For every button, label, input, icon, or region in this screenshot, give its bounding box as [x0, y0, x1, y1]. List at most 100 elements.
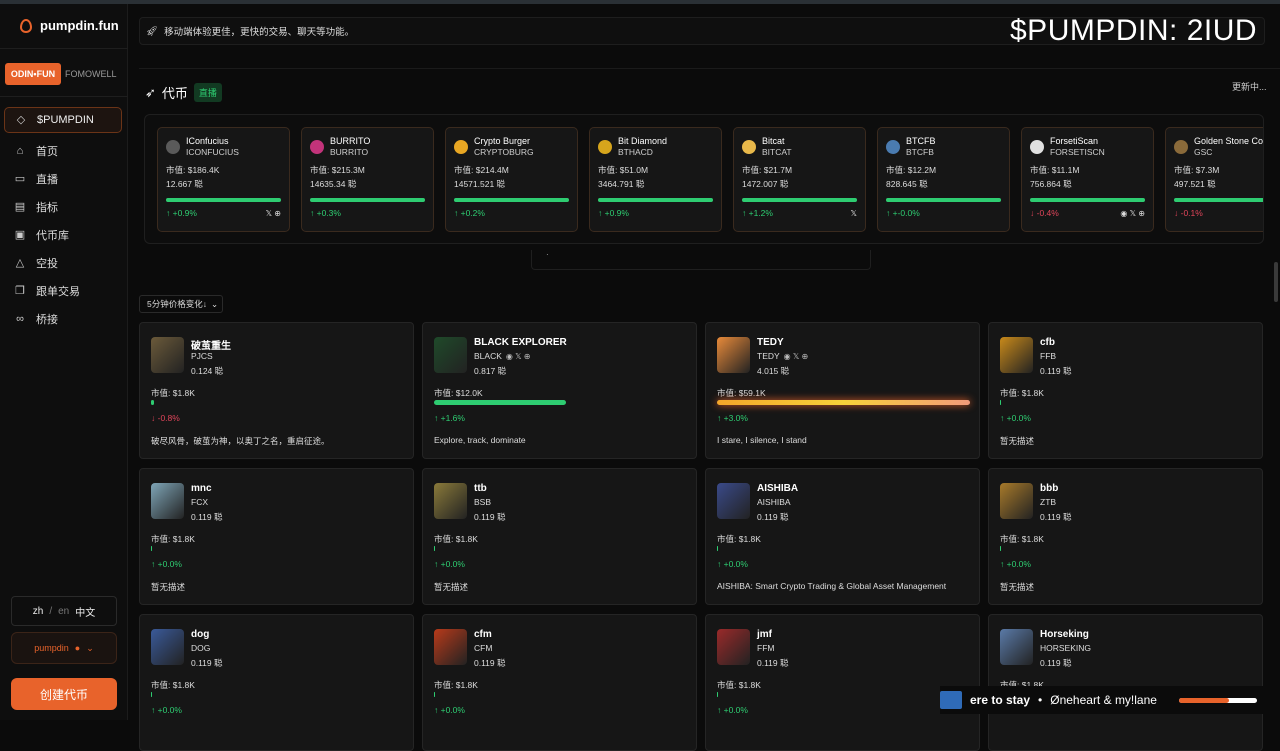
- progress-fill: [1030, 198, 1145, 202]
- track-progress-fill: [1178, 697, 1229, 703]
- token-card[interactable]: AISHIBA AISHIBA 0.119 聪市值: $1.8K ↑ +0.0% AIS…: [705, 468, 980, 605]
- price-change: ↑ +1.2%: [742, 208, 773, 218]
- lang-zh[interactable]: zh: [33, 606, 44, 617]
- token-ticker[interactable]: IConfucius ICONFUCIUS 市值: $186.4K 12.667 聪 ↑…: [144, 114, 1264, 244]
- progress-bar: [742, 198, 857, 202]
- token-name: cfb: [1040, 337, 1055, 348]
- token-card[interactable]: 破茧重生 PJCS 0.124 聪市值: $1.8K ↓ -0.8% 破尽风骨，破茧为神…: [139, 322, 414, 459]
- progress-fill: [1000, 400, 1001, 405]
- social-icons[interactable]: 𝕏: [851, 209, 857, 218]
- market-cap: 市值: $214.4M: [454, 165, 509, 175]
- platform-tabs: ODIN•FUN FOMOWELL: [5, 63, 117, 85]
- social-icons[interactable]: ◉ 𝕏 ⊕: [1120, 209, 1145, 218]
- video-icon: ▭: [14, 173, 26, 185]
- progress-bar: [434, 400, 687, 405]
- sidebar-item-token-library[interactable]: ▣ 代币库: [4, 221, 122, 249]
- divider: [0, 96, 128, 97]
- track-title: ere to stay: [970, 693, 1031, 707]
- market-cap: 市值: $21.7M: [742, 165, 793, 175]
- token-card[interactable]: cfm CFM 0.119 聪市值: $1.8K ↑ +0.0%: [422, 614, 697, 751]
- social-icons[interactable]: ◉ 𝕏 ⊕: [784, 352, 809, 361]
- social-icons[interactable]: 𝕏 ⊕: [266, 209, 281, 218]
- market-cap: 市值: $11.1M: [1030, 165, 1080, 175]
- sidebar-item-copy-trading[interactable]: ❐ 跟单交易: [4, 277, 122, 305]
- scrollbar-thumb[interactable]: [1274, 262, 1278, 302]
- sort-select[interactable]: 5分钟价格变化↓ ⌄: [139, 295, 223, 313]
- ticker-card[interactable]: IConfucius ICONFUCIUS 市值: $186.4K 12.667 聪 ↑…: [157, 127, 290, 232]
- market-cap: 市值: $7.3M: [1174, 165, 1220, 175]
- token-card[interactable]: dog DOG 0.119 聪市值: $1.8K ↑ +0.0%: [139, 614, 414, 751]
- progress-bar: [151, 692, 404, 697]
- tab-fomowell[interactable]: FOMOWELL: [61, 63, 117, 85]
- token-card[interactable]: TEDY TEDY ◉ 𝕏 ⊕ 4.015 聪市值: $59.1K ↑ +3.0% I s…: [705, 322, 980, 459]
- token-amount: 0.119 聪: [474, 512, 506, 522]
- window-top-border: [0, 0, 1280, 4]
- market-cap: 市值: $1.8K: [434, 680, 478, 690]
- tab-odin-fun[interactable]: ODIN•FUN: [5, 63, 61, 85]
- price-change: ↓ -0.8%: [151, 413, 180, 423]
- updating-status: 更新中...: [1232, 82, 1267, 92]
- token-name: Bit Diamond: [618, 136, 668, 146]
- progress-fill: [151, 546, 152, 551]
- token-avatar: [151, 483, 184, 519]
- progress-fill: [598, 198, 713, 202]
- ticker-card[interactable]: Golden Stone Coin GSC 市值: $7.3M 497.521 聪 ↓ …: [1165, 127, 1263, 232]
- progress-fill: [717, 546, 718, 551]
- lang-en[interactable]: en: [58, 606, 69, 617]
- token-amount: 497.521 聪: [1174, 179, 1216, 189]
- token-card[interactable]: bbb ZTB 0.119 聪市值: $1.8K ↑ +0.0% 暂无描述: [988, 468, 1263, 605]
- price-change: ↑ +0.0%: [717, 705, 748, 715]
- user-menu[interactable]: pumpdin ● ⌄: [11, 632, 117, 664]
- progress-fill: [434, 546, 435, 551]
- ticker-card[interactable]: Crypto Burger CRYPTOBURG 市值: $214.4M 14571.…: [445, 127, 578, 232]
- token-symbol: BLACK: [474, 351, 502, 361]
- track-progress[interactable]: [1178, 697, 1257, 703]
- token-card[interactable]: HorsekingHORSEKING0.119 聪市值: $1.8K↑ +0.0…: [988, 614, 1263, 751]
- market-cap: 市值: $12.2M: [886, 165, 937, 175]
- sidebar-item-airdrop[interactable]: △ 空投: [4, 249, 122, 277]
- sidebar-item-pumpdin[interactable]: ◇ $PUMPDIN: [4, 107, 122, 133]
- progress-fill: [434, 692, 435, 697]
- brand[interactable]: pumpdin.fun: [20, 18, 119, 33]
- token-symbol: HORSEKING: [1040, 643, 1092, 653]
- create-token-button[interactable]: 创建代币: [11, 678, 117, 710]
- track-separator: •: [1038, 693, 1043, 707]
- sidebar-item-bridge[interactable]: ∞ 桥接: [4, 305, 122, 333]
- token-description: I stare, I silence, I stand: [717, 435, 807, 445]
- token-symbol: BTHACD: [618, 147, 653, 157]
- ticker-card[interactable]: Bitcat BITCAT 市值: $21.7M 1472.007 聪 ↑ +1.2% 𝕏: [733, 127, 866, 232]
- token-card[interactable]: jmf FFM 0.119 聪市值: $1.8K ↑ +0.0%: [705, 614, 980, 751]
- flame-logo-icon: [20, 18, 32, 33]
- ticker-card[interactable]: BURRITO BURRITO 市值: $215.3M 14635.34 聪 ↑ +0.…: [301, 127, 434, 232]
- market-cap: 市值: $215.3M: [310, 165, 365, 175]
- token-avatar: [151, 337, 184, 373]
- ticker-card[interactable]: BTCFB BTCFB 市值: $12.2M 828.645 聪 ↑ +-0.0%: [877, 127, 1010, 232]
- market-cap: 市值: $12.0K: [434, 388, 483, 398]
- divider: [139, 68, 1280, 69]
- progress-fill: [454, 198, 569, 202]
- diamond-icon: ◇: [16, 114, 26, 126]
- sidebar-item-metrics[interactable]: ▤ 指标: [4, 193, 122, 221]
- ticker-scroll-indicator: ·: [531, 250, 871, 270]
- progress-fill: [1000, 546, 1001, 551]
- social-icons[interactable]: ◉ 𝕏 ⊕: [506, 352, 531, 361]
- token-card[interactable]: mnc FCX 0.119 聪市值: $1.8K ↑ +0.0% 暂无描述: [139, 468, 414, 605]
- ticker-card[interactable]: ForsetiScan FORSETISCN 市值: $11.1M 756.864 聪…: [1021, 127, 1154, 232]
- progress-fill: [151, 692, 152, 697]
- live-badge: 直播: [193, 83, 222, 102]
- token-name: mnc: [191, 483, 212, 494]
- token-card[interactable]: BLACK EXPLORER BLACK ◉ 𝕏 ⊕ 0.817 聪市值: $12.0…: [422, 322, 697, 459]
- ticker-card[interactable]: Bit Diamond BTHACD 市值: $51.0M 3464.791 聪 ↑ +…: [589, 127, 722, 232]
- token-card[interactable]: ttb BSB 0.119 聪市值: $1.8K ↑ +0.0% 暂无描述: [422, 468, 697, 605]
- sidebar-item-live[interactable]: ▭ 直播: [4, 165, 122, 193]
- tokens-section-header: ➶ 代币 直播: [145, 83, 222, 102]
- chart-icon: ▤: [14, 201, 26, 213]
- language-switcher[interactable]: zh / en 中文: [11, 596, 117, 626]
- music-player[interactable]: ere to stay • Øneheart & my!lane: [940, 686, 1270, 714]
- token-amount: 3464.791 聪: [598, 179, 645, 189]
- token-avatar: [717, 337, 750, 373]
- token-card[interactable]: cfb FFB 0.119 聪市值: $1.8K ↑ +0.0% 暂无描述: [988, 322, 1263, 459]
- token-amount: 756.864 聪: [1030, 179, 1072, 189]
- sidebar-item-home[interactable]: ⌂ 首页: [4, 137, 122, 165]
- token-name: BTCFB: [906, 136, 936, 146]
